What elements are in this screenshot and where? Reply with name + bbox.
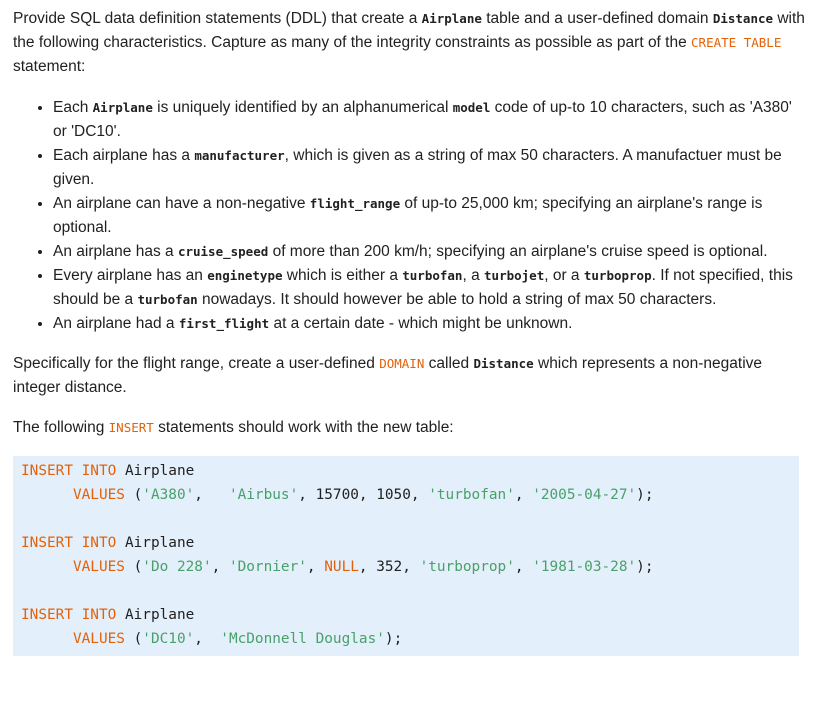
- sql-keyword: INSERT INTO: [21, 607, 117, 623]
- sql-keyword: VALUES: [72, 559, 125, 575]
- item-text: An airplane can have a non-negative: [53, 195, 310, 212]
- sql-table-name: Airplane: [116, 535, 195, 551]
- requirements-list: Each Airplane is uniquely identified by …: [13, 96, 806, 336]
- sql-numbers: , 352,: [358, 559, 420, 575]
- list-item: Every airplane has an enginetype which i…: [53, 264, 806, 312]
- item-text: nowadays. It should however be able to h…: [197, 291, 717, 308]
- sql-code-block: INSERT INTO Airplane VALUES ('A380', 'Ai…: [13, 456, 799, 656]
- code-cruise-speed: cruise_speed: [177, 244, 269, 259]
- code-distance: Distance: [712, 11, 774, 26]
- paragraph-text: statements should work with the new tabl…: [153, 419, 454, 436]
- list-item: Each Airplane is uniquely identified by …: [53, 96, 806, 144]
- code-enginetype: enginetype: [207, 268, 283, 283]
- item-text: An airplane had a: [53, 315, 179, 332]
- sql-punct: (: [124, 631, 143, 647]
- intro-paragraph: Provide SQL data definition statements (…: [13, 7, 806, 79]
- code-distance: Distance: [473, 356, 534, 371]
- item-text: , or a: [544, 267, 584, 284]
- paragraph-text: The following: [13, 419, 109, 436]
- code-first-flight: first_flight: [178, 316, 270, 331]
- sql-numbers: , 15700, 1050,: [298, 487, 429, 503]
- item-text: is uniquely identified by an alphanumeri…: [152, 99, 453, 116]
- insert-paragraph: The following INSERT statements should w…: [13, 416, 806, 440]
- sql-string: '1981-03-28': [532, 559, 637, 575]
- sql-string: '2005-04-27': [532, 487, 637, 503]
- paragraph-text: Specifically for the flight range, creat…: [13, 355, 380, 372]
- code-airplane: Airplane: [92, 100, 153, 115]
- code-turbojet: turbojet: [484, 268, 545, 283]
- code-flight-range: flight_range: [309, 196, 401, 211]
- sql-keyword: VALUES: [72, 631, 125, 647]
- sql-string: 'Do 228': [142, 559, 212, 575]
- sql-string: 'turbofan': [428, 487, 515, 503]
- item-text: of more than 200 km/h; specifying an air…: [268, 243, 768, 260]
- sql-string: 'DC10': [142, 631, 195, 647]
- code-model: model: [452, 100, 491, 115]
- item-text: which is either a: [282, 267, 403, 284]
- code-airplane: Airplane: [421, 11, 482, 26]
- intro-text: statement:: [13, 58, 86, 75]
- list-item: Each airplane has a manufacturer, which …: [53, 144, 806, 192]
- code-manufacturer: manufacturer: [194, 148, 285, 163]
- code-domain: DOMAIN: [379, 356, 425, 371]
- sql-string: 'Airbus': [228, 487, 299, 503]
- item-text: Each: [53, 99, 93, 116]
- code-turbofan: turbofan: [137, 292, 198, 307]
- paragraph-text: called: [424, 355, 474, 372]
- list-item: An airplane had a first_flight at a cert…: [53, 312, 806, 336]
- domain-paragraph: Specifically for the flight range, creat…: [13, 352, 806, 400]
- sql-punct: (: [124, 487, 143, 503]
- item-text: , a: [462, 267, 485, 284]
- list-item: An airplane can have a non-negative flig…: [53, 192, 806, 240]
- sql-string: 'McDonnell Douglas': [220, 631, 385, 647]
- sql-keyword: INSERT INTO: [21, 535, 117, 551]
- code-insert: INSERT: [108, 420, 154, 435]
- code-turboprop: turboprop: [583, 268, 652, 283]
- question-content: Provide SQL data definition statements (…: [0, 0, 819, 656]
- sql-table-name: Airplane: [116, 607, 195, 623]
- intro-text: Provide SQL data definition statements (…: [13, 10, 422, 27]
- sql-string: 'Dornier': [228, 559, 307, 575]
- item-text: at a certain date - which might be unkno…: [269, 315, 573, 332]
- item-text: An airplane has a: [53, 243, 178, 260]
- sql-keyword: VALUES: [72, 487, 125, 503]
- code-turbofan: turbofan: [402, 268, 463, 283]
- item-text: Each airplane has a: [53, 147, 195, 164]
- sql-punct: (: [124, 559, 143, 575]
- sql-keyword: INSERT INTO: [21, 463, 117, 479]
- sql-string: 'turboprop': [419, 559, 515, 575]
- sql-table-name: Airplane: [116, 463, 195, 479]
- code-create-table: CREATE TABLE: [691, 35, 782, 50]
- list-item: An airplane has a cruise_speed of more t…: [53, 240, 806, 264]
- sql-null: NULL: [324, 559, 359, 575]
- intro-text: table and a user-defined domain: [481, 10, 713, 27]
- sql-string: 'A380': [142, 487, 195, 503]
- item-text: Every airplane has an: [53, 267, 208, 284]
